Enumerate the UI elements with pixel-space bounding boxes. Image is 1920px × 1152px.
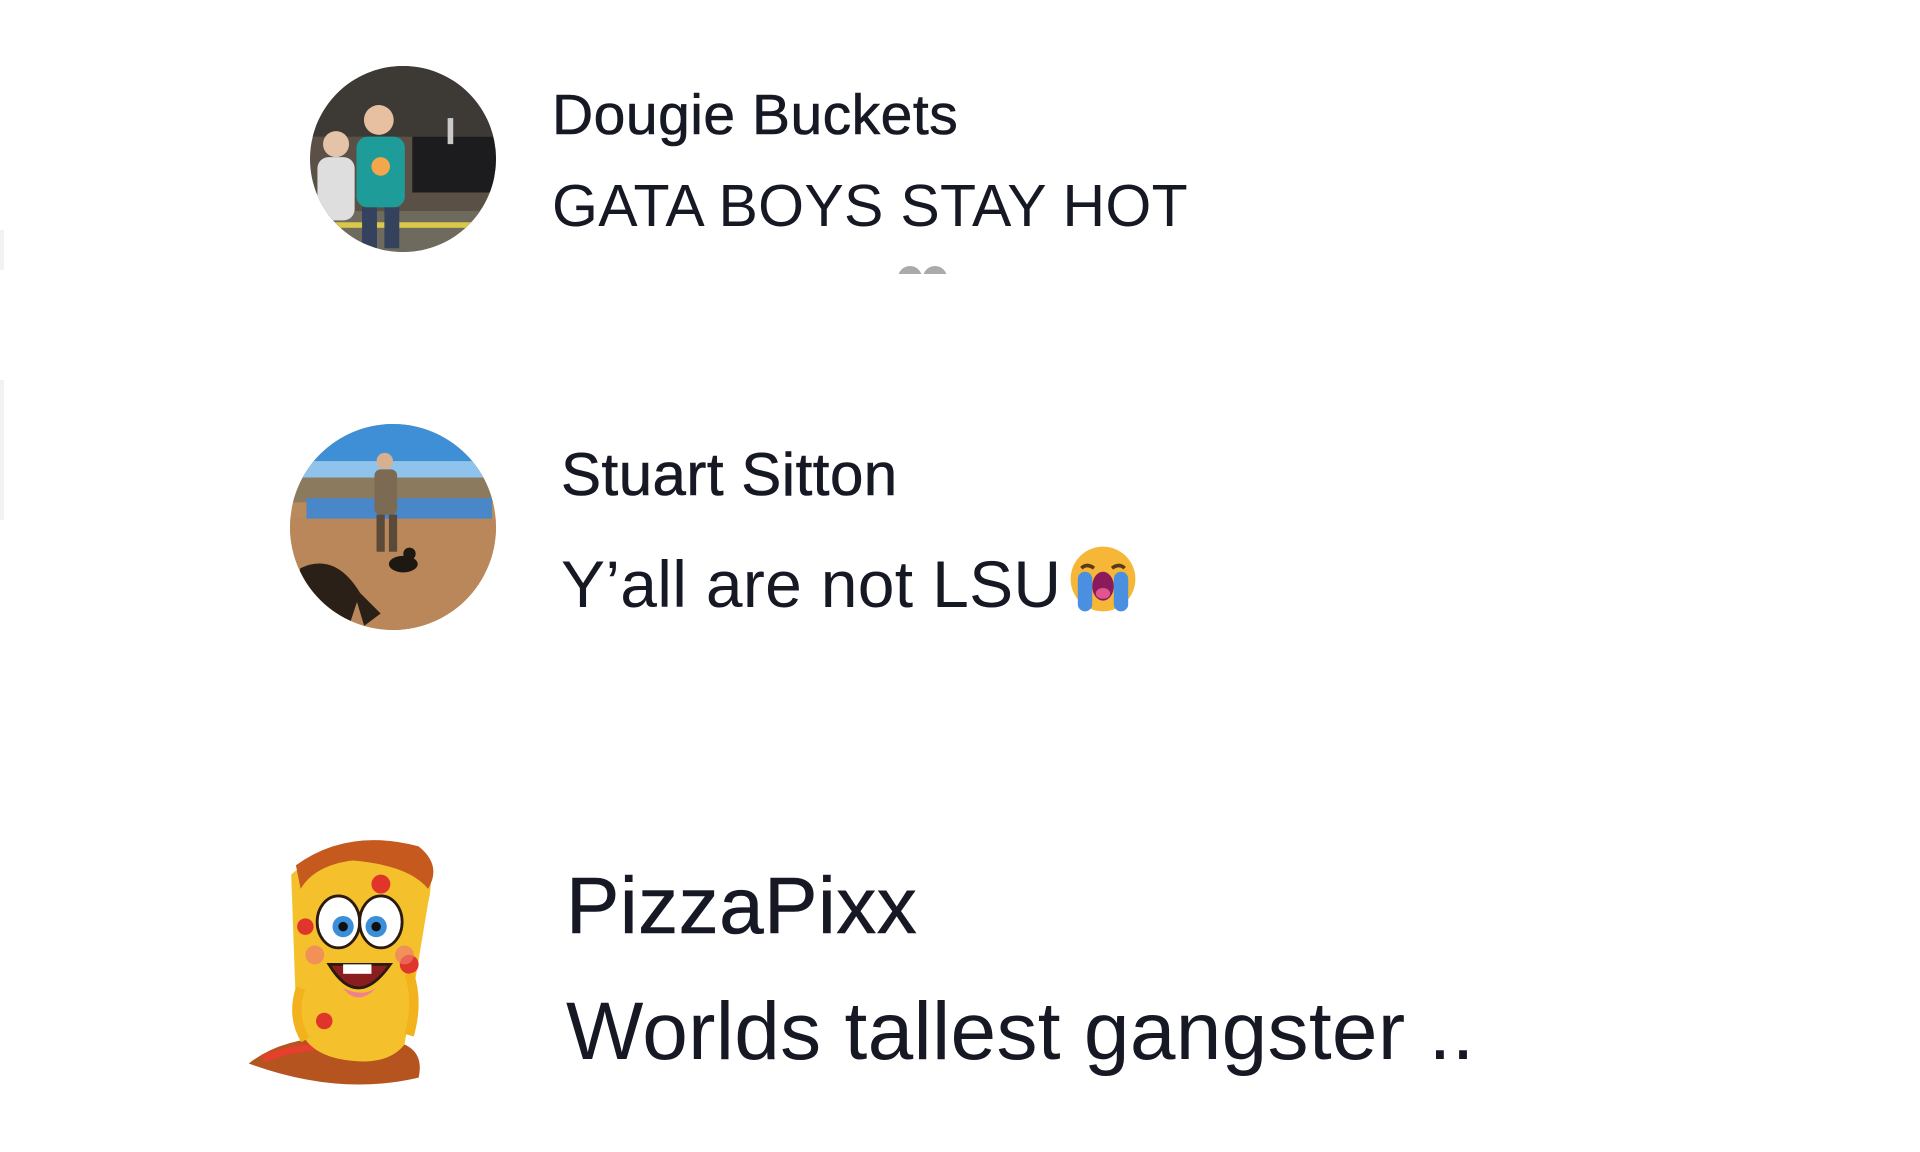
user-avatar[interactable] (290, 424, 496, 630)
partial-emoji-icon (895, 262, 955, 274)
person-outdoors-photo-avatar (290, 424, 496, 630)
user-avatar[interactable] (310, 66, 496, 252)
panel-edge (0, 230, 4, 270)
pizza-slice-cartoon-avatar (248, 840, 434, 1085)
user-avatar[interactable] (244, 832, 480, 1092)
comment-username[interactable]: Stuart Sitton (561, 440, 898, 509)
comment-text: GATA BOYS STAY HOT (552, 173, 1188, 239)
comment-username[interactable]: PizzaPixx (566, 860, 917, 952)
comment-text: Worlds tallest gangster .. (566, 986, 1475, 1077)
person-photo-avatar (310, 66, 496, 252)
loudly-crying-face-icon (1067, 543, 1139, 630)
comments-panel: Dougie Buckets GATA BOYS STAY HOT Stuart… (0, 0, 1920, 1152)
panel-edge (0, 380, 4, 520)
comment-username[interactable]: Dougie Buckets (552, 82, 958, 148)
comment-text: Y’all are not LSU (561, 543, 1139, 630)
comment-text-content: Y’all are not LSU (561, 547, 1062, 621)
